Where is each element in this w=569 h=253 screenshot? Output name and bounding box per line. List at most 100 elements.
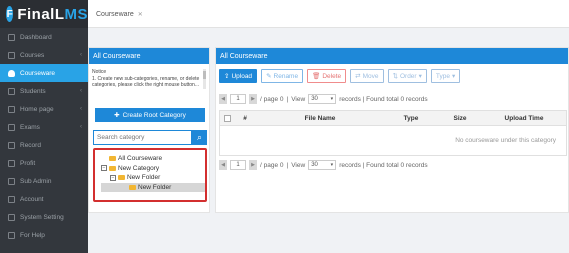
search-icon[interactable]: ⌕ [192, 130, 207, 145]
tree-node-new-folder-selected[interactable]: New Folder [101, 182, 205, 192]
select-all-checkbox[interactable] [223, 114, 231, 122]
column-header-type[interactable]: Type [384, 115, 438, 122]
page-number-input[interactable]: 1 [230, 94, 246, 104]
records-summary: records | Found total 0 records [339, 95, 428, 103]
sidebar-nav: Dashboard Courses ‹ Courseware Students ‹ … [0, 28, 88, 253]
order-dropdown[interactable]: ⇅ Order ▾ [387, 69, 427, 83]
sidebar-item-account[interactable]: Account [0, 190, 88, 208]
sidebar-item-courses[interactable]: Courses ‹ [0, 46, 88, 64]
sidebar-item-label: Courses [20, 51, 45, 59]
category-panel: All Courseware Notice 1. Create new sub-… [88, 47, 210, 213]
table-header: # File Name Type Size Upload Time [219, 110, 567, 126]
courseware-panel: All Courseware ⇪ Upload ✎ Rename 🗑 Delete ⇄… [215, 47, 569, 213]
sidebar-item-courseware[interactable]: Courseware [0, 64, 88, 82]
chevron-left-icon: ‹ [80, 88, 82, 94]
order-label: Order [399, 72, 417, 80]
prev-page-icon[interactable]: ◀ [219, 94, 227, 104]
chevron-down-icon: ▾ [330, 96, 334, 102]
logo-text: FinalLMS [17, 6, 88, 23]
category-tree: All Courseware − New Category − New Fold… [93, 148, 207, 202]
page-size-select[interactable]: 30 ▾ [308, 160, 337, 170]
move-button[interactable]: ⇄ Move [350, 69, 384, 83]
column-header-upload-time[interactable]: Upload Time [482, 115, 566, 122]
chevron-left-icon: ‹ [80, 106, 82, 112]
sidebar-item-students[interactable]: Students ‹ [0, 82, 88, 100]
delete-label: Delete [322, 72, 342, 80]
page-size-value: 30 [311, 162, 318, 168]
notice-box: Notice 1. Create new sub-categories, ren… [92, 69, 206, 89]
sidebar-item-label: Courseware [20, 69, 56, 77]
sidebar-item-label: Exams [20, 123, 40, 131]
sidebar-item-exams[interactable]: Exams ‹ [0, 118, 88, 136]
sidebar-item-record[interactable]: Record [0, 136, 88, 154]
column-header-size[interactable]: Size [438, 115, 482, 122]
move-icon: ⇄ [355, 73, 361, 80]
sidebar-item-profit[interactable]: Profit [0, 154, 88, 172]
trash-icon: 🗑 [312, 73, 321, 80]
upload-icon: ⇪ [224, 73, 230, 80]
rename-label: Rename [273, 72, 299, 80]
rename-button[interactable]: ✎ Rename [261, 69, 304, 83]
breadcrumb-label: Courseware [96, 10, 134, 18]
pager-separator: | [286, 161, 289, 169]
view-label: View [291, 161, 306, 169]
next-page-icon[interactable]: ▶ [249, 94, 257, 104]
sidebar-item-label: Dashboard [20, 33, 52, 41]
create-root-category-label: Create Root Category [122, 111, 186, 119]
collapse-icon[interactable]: − [110, 174, 116, 181]
breadcrumb-tab[interactable]: Courseware ✕ [96, 0, 143, 28]
page-size-select[interactable]: 30 ▾ [308, 94, 337, 104]
chevron-down-icon: ▾ [451, 73, 456, 80]
courseware-panel-title: All Courseware [216, 48, 568, 64]
pencil-icon: ✎ [266, 73, 272, 80]
create-root-category-button[interactable]: ✚ Create Root Category [95, 108, 205, 122]
app-logo[interactable]: F FinalLMS [0, 0, 88, 28]
chevron-left-icon: ‹ [80, 52, 82, 58]
sidebar-item-for-help[interactable]: For Help [0, 226, 88, 244]
sidebar-item-sub-admin[interactable]: Sub Admin [0, 172, 88, 190]
next-page-icon[interactable]: ▶ [249, 160, 257, 170]
logo-main: FinalL [17, 5, 65, 23]
delete-button[interactable]: 🗑 Delete [307, 69, 347, 83]
type-dropdown[interactable]: Type ▾ [430, 69, 461, 83]
tree-node-new-category[interactable]: − New Category [101, 164, 205, 174]
category-panel-title: All Courseware [89, 48, 209, 64]
folder-icon [109, 165, 116, 171]
page-number-input[interactable]: 1 [230, 160, 246, 170]
sidebar-item-system-setting[interactable]: System Setting [0, 208, 88, 226]
chevron-left-icon: ‹ [80, 124, 82, 130]
top-bar: F FinalLMS Courseware ✕ [0, 0, 569, 28]
column-header-index: # [243, 114, 247, 122]
sidebar-item-label: For Help [20, 231, 45, 239]
select-all-checkbox-cell [220, 114, 234, 122]
tree-node-label: All Courseware [118, 155, 163, 163]
logo-accent: MS [64, 5, 88, 23]
dollar-icon [8, 195, 15, 203]
collapse-icon[interactable]: − [101, 165, 107, 172]
tree-node-label: New Folder [127, 174, 161, 182]
upload-button[interactable]: ⇪ Upload [219, 69, 258, 83]
sidebar-item-home-page[interactable]: Home page ‹ [0, 100, 88, 118]
profit-icon [8, 159, 15, 167]
sidebar-item-label: System Setting [20, 213, 64, 221]
pager-separator: | [286, 95, 289, 103]
chevron-down-icon: ▾ [330, 162, 334, 168]
tree-node-label: New Category [118, 164, 160, 172]
page-total: / page 0 [260, 95, 284, 103]
records-summary: records | Found total 0 records [339, 161, 428, 169]
tree-node-new-folder[interactable]: − New Folder [101, 173, 205, 183]
sidebar-item-label: Account [20, 195, 44, 203]
notice-scrollbar[interactable] [203, 69, 206, 89]
sidebar-item-label: Home page [20, 105, 54, 113]
move-label: Move [362, 72, 379, 80]
record-icon [8, 141, 15, 149]
sidebar-item-dashboard[interactable]: Dashboard [0, 28, 88, 46]
prev-page-icon[interactable]: ◀ [219, 160, 227, 170]
tree-node-label: New Folder [138, 183, 172, 191]
column-header-file-name[interactable]: File Name [256, 115, 384, 122]
tree-node-all-courseware[interactable]: All Courseware [101, 154, 205, 164]
search-category-input[interactable] [93, 130, 192, 145]
close-tab-icon[interactable]: ✕ [138, 11, 143, 18]
users-icon [8, 87, 15, 95]
cloud-icon [8, 69, 15, 77]
